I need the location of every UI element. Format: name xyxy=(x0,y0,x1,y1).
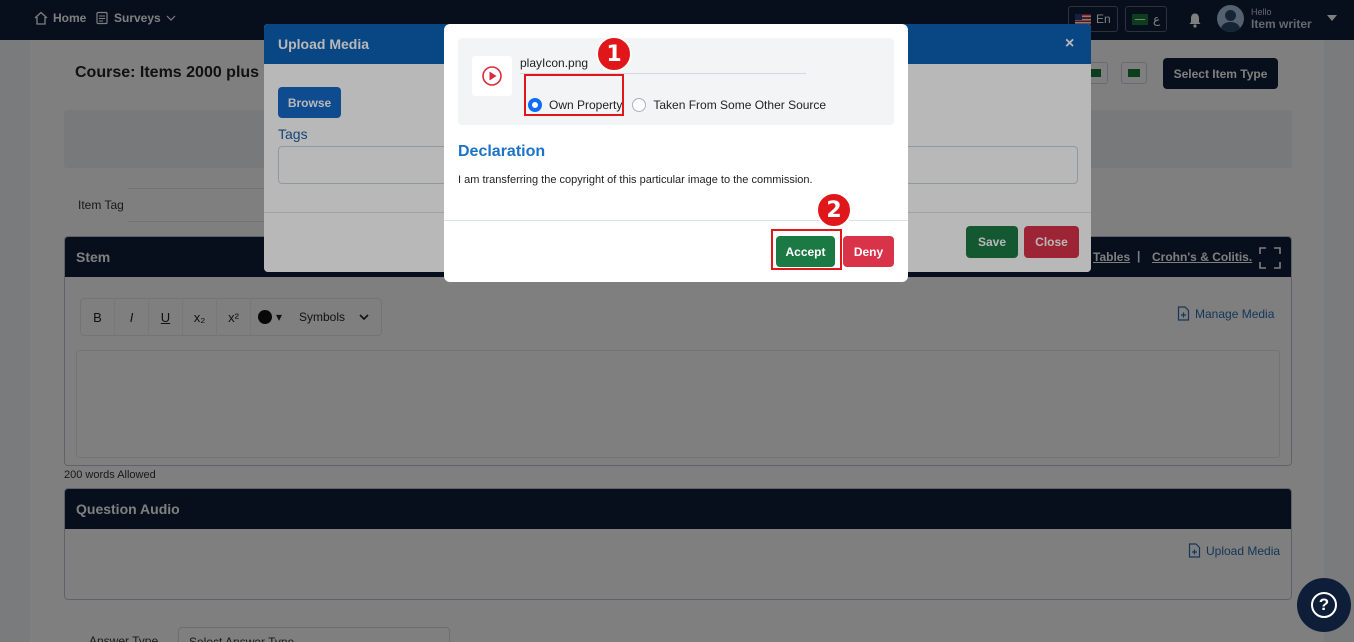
declaration-text: I am transferring the copyright of this … xyxy=(458,174,813,186)
other-source-option[interactable]: Taken From Some Other Source xyxy=(632,98,826,112)
step1-highlight xyxy=(524,74,624,116)
play-icon xyxy=(482,66,502,86)
deny-button[interactable]: Deny xyxy=(843,236,894,267)
step2-badge: 2 xyxy=(816,192,852,228)
help-icon: ? xyxy=(1311,592,1337,618)
declaration-title: Declaration xyxy=(458,143,546,160)
other-source-label: Taken From Some Other Source xyxy=(653,98,827,112)
other-source-radio[interactable] xyxy=(632,98,647,112)
file-name: playIcon.png xyxy=(520,56,589,70)
step2-highlight xyxy=(771,229,842,270)
help-button[interactable]: ? xyxy=(1297,578,1351,632)
file-thumbnail xyxy=(472,56,512,96)
step1-badge: 1 xyxy=(596,36,632,72)
